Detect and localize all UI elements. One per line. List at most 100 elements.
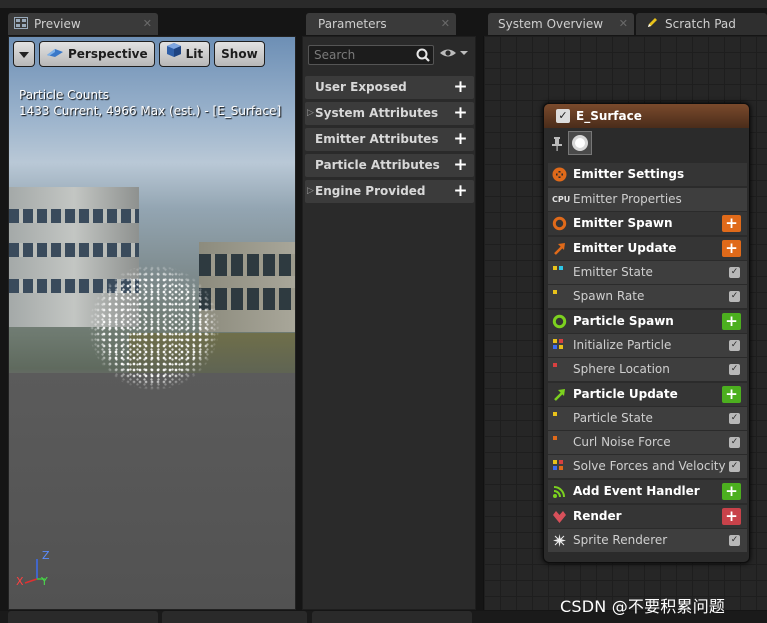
show-button[interactable]: Show <box>214 41 265 67</box>
tab-system-overview[interactable]: System Overview ✕ <box>488 13 634 35</box>
close-icon[interactable]: ✕ <box>619 13 628 35</box>
preview-viewport[interactable]: Perspective Lit Show Particle Counts 143… <box>8 36 296 610</box>
viewport-toolbar: Perspective Lit Show <box>13 41 265 67</box>
axis-gizmo: Z X Y <box>15 549 55 589</box>
module-dots-icon <box>552 289 567 304</box>
module-enabled-checkbox[interactable]: ✓ <box>729 267 740 278</box>
pin-icon[interactable] <box>552 137 562 154</box>
emitter-state-row[interactable]: Emitter State ✓ <box>548 261 747 284</box>
module-enabled-checkbox[interactable]: ✓ <box>729 461 740 472</box>
row-label: Add Event Handler <box>573 484 700 498</box>
row-label: Curl Noise Force <box>573 435 671 449</box>
tab-parameters[interactable]: Parameters ✕ <box>306 13 456 35</box>
tab-preview[interactable]: Preview ✕ <box>8 13 158 35</box>
eye-icon <box>439 49 469 63</box>
search-placeholder: Search <box>314 48 356 62</box>
ring-icon <box>552 314 567 329</box>
module-enabled-checkbox[interactable]: ✓ <box>729 437 740 448</box>
add-module-button[interactable]: + <box>722 313 741 330</box>
module-dots-icon <box>552 362 567 377</box>
row-label: Particle Update <box>573 387 678 401</box>
module-dots-icon <box>552 265 567 280</box>
render-icon <box>552 509 567 524</box>
particle-spawn-row[interactable]: Particle Spawn + <box>548 310 747 333</box>
perspective-button[interactable]: Perspective <box>39 41 155 67</box>
row-label: Render <box>573 509 622 523</box>
add-module-button[interactable]: + <box>722 386 741 403</box>
particle-state-row[interactable]: Particle State ✓ <box>548 407 747 430</box>
lit-cube-icon <box>166 42 182 66</box>
close-icon[interactable]: ✕ <box>441 13 450 35</box>
add-icon[interactable]: + <box>453 131 468 148</box>
close-icon[interactable]: ✕ <box>143 13 152 35</box>
parameters-panel: Search User Exposed + ▷ System Attribute… <box>302 36 476 610</box>
watermark: CSDN @不要积累问题 <box>560 597 726 616</box>
category-emitter-attributes[interactable]: Emitter Attributes + <box>305 128 474 151</box>
bottom-tab[interactable] <box>8 611 158 623</box>
lit-label: Lit <box>185 47 204 61</box>
add-module-button[interactable]: + <box>722 508 741 525</box>
emitter-thumbnail[interactable] <box>568 131 592 155</box>
add-icon[interactable]: + <box>453 183 468 200</box>
particle-counts-detail: 1433 Current, 4966 Max (est.) - [E_Surfa… <box>19 104 282 118</box>
category-user-exposed[interactable]: User Exposed + <box>305 76 474 99</box>
row-label: Sprite Renderer <box>573 533 668 547</box>
curl-noise-force-row[interactable]: Curl Noise Force ✓ <box>548 431 747 454</box>
emitter-node[interactable]: ✓ E_Surface Emitter Settings CPU Emitter… <box>543 103 750 563</box>
emitter-node-header[interactable]: ✓ E_Surface <box>544 104 749 128</box>
emitter-spawn-row[interactable]: Emitter Spawn + <box>548 212 747 235</box>
search-icon[interactable] <box>416 48 430 67</box>
add-event-handler-row[interactable]: Add Event Handler + <box>548 480 747 503</box>
emitter-settings-row[interactable]: Emitter Settings <box>548 163 747 186</box>
arrow-icon <box>552 387 567 402</box>
row-label: Initialize Particle <box>573 338 672 352</box>
add-icon[interactable]: + <box>453 79 468 96</box>
add-module-button[interactable]: + <box>722 215 741 232</box>
category-system-attributes[interactable]: ▷ System Attributes + <box>305 102 474 125</box>
emitter-properties-row[interactable]: CPU Emitter Properties <box>548 188 747 211</box>
row-label: Emitter State <box>573 265 653 279</box>
module-enabled-checkbox[interactable]: ✓ <box>729 364 740 375</box>
row-label: Sphere Location <box>573 362 670 376</box>
spawn-rate-row[interactable]: Spawn Rate ✓ <box>548 285 747 308</box>
category-label: System Attributes <box>315 106 439 120</box>
particle-update-row[interactable]: Particle Update + <box>548 383 747 406</box>
module-enabled-checkbox[interactable]: ✓ <box>729 291 740 302</box>
category-particle-attributes[interactable]: Particle Attributes + <box>305 154 474 177</box>
emitter-enabled-checkbox[interactable]: ✓ <box>556 109 570 123</box>
module-enabled-checkbox[interactable]: ✓ <box>729 535 740 546</box>
add-icon[interactable]: + <box>453 105 468 122</box>
bottom-tab[interactable] <box>312 611 472 623</box>
expand-arrow-icon[interactable]: ▷ <box>307 102 314 125</box>
viewport-options-dropdown[interactable] <box>13 41 35 67</box>
tab-scratch-pad-label: Scratch Pad <box>665 17 736 31</box>
category-engine-provided[interactable]: ▷ Engine Provided + <box>305 180 474 203</box>
module-dots-icon <box>552 459 567 474</box>
lit-button[interactable]: Lit <box>158 41 211 67</box>
add-module-button[interactable]: + <box>722 483 741 500</box>
settings-icon <box>552 167 567 182</box>
viewport-background <box>9 37 295 609</box>
sprite-renderer-row[interactable]: Sprite Renderer ✓ <box>548 529 747 552</box>
module-dots-icon <box>552 411 567 426</box>
initialize-particle-row[interactable]: Initialize Particle ✓ <box>548 334 747 357</box>
module-enabled-checkbox[interactable]: ✓ <box>729 413 740 424</box>
expand-arrow-icon[interactable]: ▷ <box>307 180 314 203</box>
tab-scratch-pad[interactable]: Scratch Pad <box>636 13 767 35</box>
emitter-update-row[interactable]: Emitter Update + <box>548 237 747 260</box>
render-row[interactable]: Render + <box>548 505 747 528</box>
emitter-thumbnail-row <box>544 128 749 160</box>
module-dots-icon <box>552 338 567 353</box>
bottom-tab[interactable] <box>162 611 307 623</box>
category-label: Emitter Attributes <box>315 132 439 146</box>
module-enabled-checkbox[interactable]: ✓ <box>729 340 740 351</box>
add-icon[interactable]: + <box>453 157 468 174</box>
sphere-location-row[interactable]: Sphere Location ✓ <box>548 358 747 381</box>
search-input[interactable]: Search <box>308 45 434 65</box>
arrow-icon <box>552 241 567 256</box>
row-label: Emitter Spawn <box>573 216 673 230</box>
solve-forces-row[interactable]: Solve Forces and Velocity ✓ <box>548 455 747 478</box>
visibility-options-button[interactable] <box>439 46 469 63</box>
emitter-node-title: E_Surface <box>576 109 642 123</box>
add-module-button[interactable]: + <box>722 240 741 257</box>
